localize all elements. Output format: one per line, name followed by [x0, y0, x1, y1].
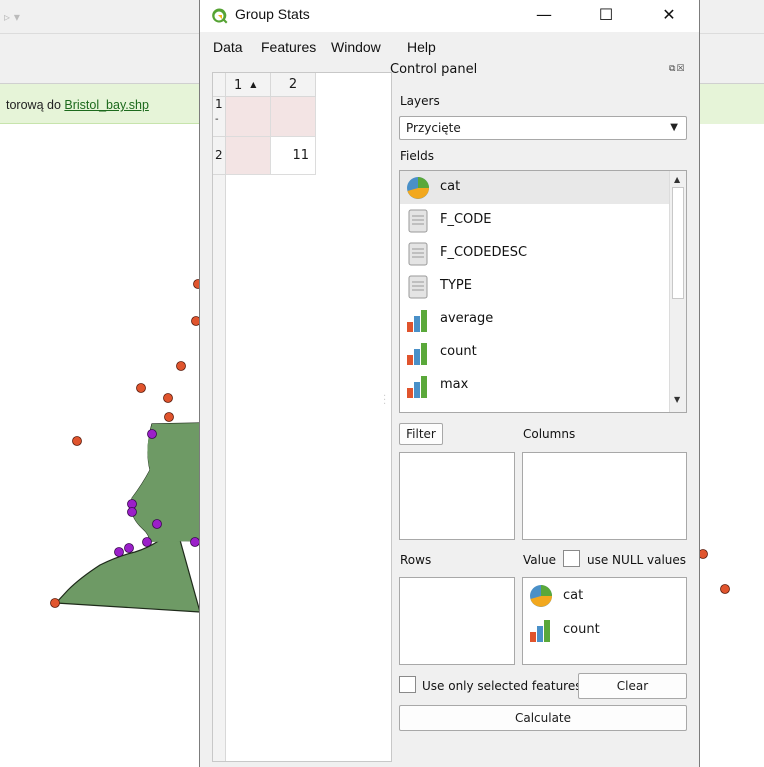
field-label: count [440, 344, 477, 359]
table-cell[interactable] [271, 97, 316, 137]
results-table[interactable]: 1 ▲ 2 1- 2 11 [212, 72, 392, 762]
title-bar[interactable]: Group Stats — ☐ ✕ [200, 0, 699, 32]
null-values-label: use NULL values [587, 553, 687, 567]
land-fill-detail [131, 423, 200, 542]
map-point [163, 393, 173, 403]
field-item-average[interactable]: average [400, 303, 670, 336]
map-point [142, 537, 152, 547]
chevron-down-icon: ▼ [670, 122, 678, 133]
fields-label: Fields [400, 149, 434, 163]
bar-chart-icon [407, 343, 427, 365]
field-item-max[interactable]: max [400, 369, 670, 402]
qgis-logo-icon [212, 8, 228, 24]
control-panel-title: Control panel [390, 62, 478, 77]
close-button[interactable]: ✕ [646, 0, 692, 32]
field-label: TYPE [440, 278, 472, 293]
text-field-icon [408, 242, 428, 266]
value-item-label: cat [563, 588, 584, 603]
value-item-cat[interactable]: cat [523, 580, 683, 612]
pie-icon [407, 177, 429, 199]
columns-drop-area[interactable] [522, 452, 687, 540]
toolbar-dropdown-icon[interactable]: ▹ ▾ [4, 10, 20, 24]
menu-data[interactable]: Data [213, 39, 243, 55]
map-point [72, 436, 82, 446]
field-label: cat [440, 179, 461, 194]
table-cell[interactable] [226, 137, 271, 175]
message-prefix: torową do [6, 98, 65, 112]
filter-button[interactable]: Filter [399, 423, 443, 445]
map-point [164, 412, 174, 422]
minimize-button[interactable]: — [521, 0, 567, 32]
calculate-button[interactable]: Calculate [399, 705, 687, 731]
scroll-up-icon[interactable]: ▲ [674, 175, 680, 184]
filter-drop-area[interactable] [399, 452, 515, 540]
bar-chart-icon [530, 620, 550, 642]
columns-label: Columns [523, 427, 576, 441]
dock-float-close-icon[interactable]: ⧉☒ [669, 64, 686, 74]
column-header-label: 1 [234, 78, 243, 93]
row-header-label: 1 [215, 97, 223, 111]
dock-splitter[interactable]: · · · [383, 392, 386, 410]
row-header[interactable]: 2 [213, 137, 226, 175]
map-point [176, 361, 186, 371]
scrollbar-thumb[interactable] [672, 187, 684, 299]
layers-label: Layers [400, 94, 440, 108]
map-point [147, 429, 157, 439]
clear-button[interactable]: Clear [578, 673, 687, 699]
bar-chart-icon [407, 310, 427, 332]
map-point [114, 547, 124, 557]
rows-drop-area[interactable] [399, 577, 515, 665]
bar-chart-icon [407, 376, 427, 398]
selected-only-checkbox[interactable] [399, 676, 416, 693]
field-item-type[interactable]: TYPE [400, 270, 670, 303]
group-stats-window: Group Stats — ☐ ✕ Data Features Window H… [199, 0, 700, 767]
fields-scrollbar[interactable]: ▲ ▼ [669, 171, 686, 412]
null-values-checkbox[interactable] [563, 550, 580, 567]
text-field-icon [408, 209, 428, 233]
map-point [124, 543, 134, 553]
column-header[interactable]: 1 ▲ [226, 73, 271, 97]
map-point [50, 598, 60, 608]
text-field-icon [408, 275, 428, 299]
field-item-count[interactable]: count [400, 336, 670, 369]
value-item-label: count [563, 622, 600, 637]
field-label: F_CODEDESC [440, 245, 528, 260]
row-header-strip [213, 175, 226, 761]
window-title: Group Stats [235, 6, 310, 22]
scroll-down-icon[interactable]: ▼ [674, 395, 680, 404]
field-label: average [440, 311, 494, 326]
menu-window[interactable]: Window [331, 39, 381, 55]
map-point [720, 584, 730, 594]
layer-link[interactable]: Bristol_bay.shp [64, 98, 149, 112]
sort-ascending-icon: ▲ [250, 80, 257, 89]
table-cell[interactable]: 11 [271, 137, 316, 175]
table-cell[interactable] [226, 97, 271, 137]
rows-label: Rows [400, 553, 432, 567]
field-item-cat[interactable]: cat [400, 171, 670, 204]
layer-select-value: Przycięte [406, 121, 461, 135]
field-label: F_CODE [440, 212, 492, 227]
fields-list[interactable]: cat F_CODE F_CODEDESC TYPE average count… [399, 170, 687, 413]
menu-bar: Data Features Window Help [200, 36, 699, 60]
table-corner[interactable] [213, 73, 226, 97]
value-item-count[interactable]: count [523, 614, 683, 646]
layer-select[interactable]: Przycięte ▼ [399, 116, 687, 140]
row-header[interactable]: 1- [213, 97, 226, 137]
field-label: max [440, 377, 469, 392]
field-item-f-code[interactable]: F_CODE [400, 204, 670, 237]
map-point [136, 383, 146, 393]
value-drop-area[interactable]: cat count [522, 577, 687, 665]
maximize-button[interactable]: ☐ [583, 0, 629, 32]
message-bar-right [700, 84, 764, 124]
menu-help[interactable]: Help [407, 39, 436, 55]
value-label: Value [523, 553, 556, 567]
map-point [127, 507, 137, 517]
message-bar-text: torową do Bristol_bay.shp [6, 98, 149, 112]
field-item-f-codedesc[interactable]: F_CODEDESC [400, 237, 670, 270]
pie-icon [530, 585, 552, 607]
selected-only-label: Use only selected features [422, 679, 582, 693]
map-point [152, 519, 162, 529]
column-header[interactable]: 2 [271, 73, 316, 97]
menu-features[interactable]: Features [261, 39, 316, 55]
